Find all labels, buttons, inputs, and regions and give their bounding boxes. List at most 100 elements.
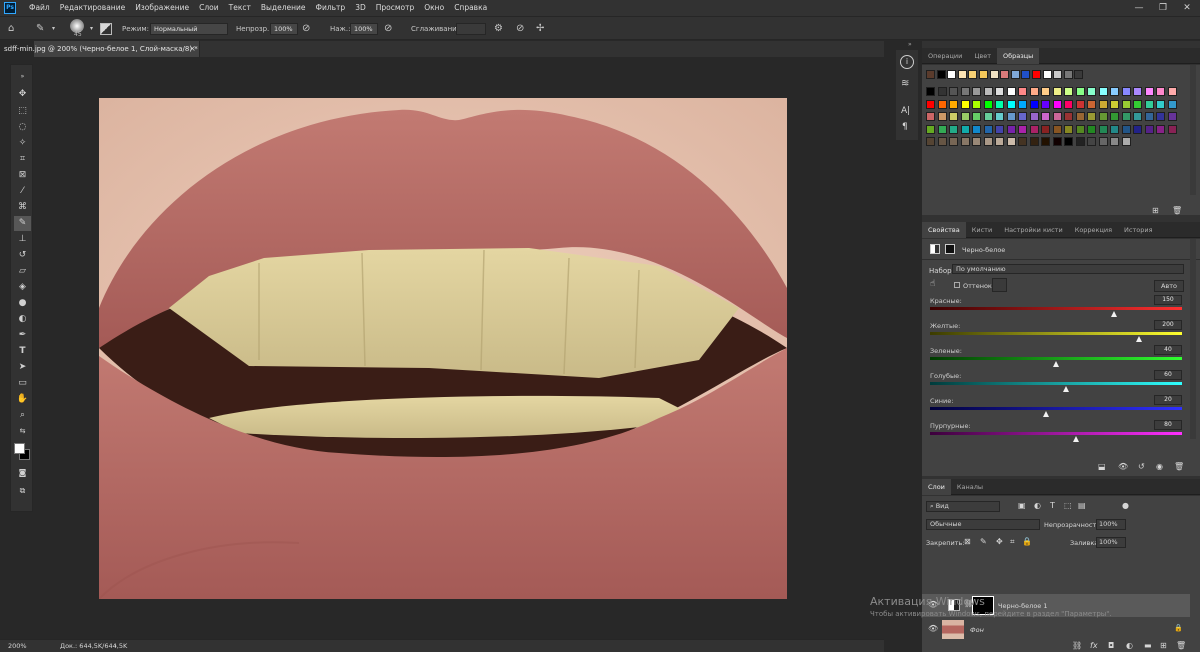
swatch[interactable] (983, 112, 993, 121)
swatch[interactable] (983, 137, 993, 146)
swatch[interactable] (1006, 87, 1016, 96)
swatch[interactable] (1018, 87, 1027, 96)
gear-icon[interactable]: ⚙ (494, 17, 503, 41)
swatch[interactable] (995, 112, 1004, 121)
swatch[interactable] (926, 112, 935, 121)
swatch[interactable] (1156, 112, 1165, 121)
slider-thumb[interactable] (1042, 411, 1049, 417)
swatch[interactable] (1018, 137, 1027, 146)
chevron-down-icon[interactable]: ▾ (52, 17, 55, 41)
swatch[interactable] (1018, 112, 1027, 121)
mode-select[interactable]: Нормальный (150, 23, 228, 35)
blend-mode-select[interactable]: Обычные (926, 519, 1040, 530)
slider-value-input[interactable]: 20 (1154, 395, 1182, 405)
new-swatch-icon[interactable]: ⊞ (1152, 206, 1159, 215)
swatch[interactable] (926, 99, 935, 109)
tab-layers[interactable]: Слои (922, 479, 951, 495)
screen-mode-icon[interactable]: ⧉ (14, 483, 31, 498)
slider-track[interactable] (930, 432, 1182, 435)
symmetry-icon[interactable]: ✢ (536, 17, 544, 41)
close-window-icon[interactable]: ✕ (1176, 0, 1198, 16)
swatch[interactable] (1098, 112, 1108, 121)
swatch[interactable] (972, 87, 981, 96)
rectangle-tool-icon[interactable]: ▭ (14, 376, 31, 391)
menu-help[interactable]: Справка (449, 0, 492, 16)
slider-thumb[interactable] (1053, 361, 1059, 367)
trash-icon[interactable]: 🗑 (1176, 641, 1186, 650)
tab-actions[interactable]: Операции (922, 48, 968, 64)
reset-icon[interactable]: ↺ (1138, 462, 1145, 471)
swatch[interactable] (1121, 124, 1131, 134)
swatch[interactable] (1133, 99, 1142, 109)
filter-pixel-icon[interactable]: ▣ (1018, 501, 1026, 510)
swatch[interactable] (1075, 137, 1085, 146)
pressure-opacity-icon[interactable]: ⊘ (302, 17, 310, 41)
swatch[interactable] (960, 137, 970, 146)
swatch[interactable] (1156, 124, 1165, 134)
swatch[interactable] (995, 124, 1004, 134)
toolbar-collapse-icon[interactable]: » (14, 69, 31, 84)
swatch[interactable] (1064, 137, 1073, 146)
tint-checkbox[interactable] (954, 282, 960, 288)
document-tab[interactable]: sdff-min.jpg @ 200% (Черно-белое 1, Слой… (4, 41, 200, 57)
swatch[interactable] (968, 70, 978, 79)
swatch[interactable] (1121, 112, 1131, 121)
swatch[interactable] (972, 137, 981, 146)
slider-value-input[interactable]: 60 (1154, 370, 1182, 380)
filter-smart-object-icon[interactable]: ▤ (1078, 501, 1086, 510)
swatch[interactable] (1029, 99, 1039, 109)
swatch[interactable] (972, 124, 981, 134)
swatch[interactable] (1041, 87, 1050, 96)
frame-tool-icon[interactable]: ⊠ (14, 168, 31, 183)
swatch[interactable] (1167, 124, 1177, 134)
visibility-icon[interactable]: ◉ (1156, 462, 1163, 471)
opacity-input[interactable]: 100% (270, 23, 298, 35)
path-selection-tool-icon[interactable]: ➤ (14, 360, 31, 375)
layer-opacity-input[interactable]: 100% (1096, 519, 1126, 530)
slider-value-input[interactable]: 150 (1154, 295, 1182, 305)
swatch[interactable] (1052, 124, 1062, 134)
tab-brushes[interactable]: Кисти (966, 222, 998, 238)
swatch[interactable] (1029, 137, 1039, 146)
paint-bucket-tool-icon[interactable]: ◈ (14, 280, 31, 295)
swatch[interactable] (1042, 70, 1052, 79)
default-colors-icon[interactable]: ⇆ (14, 424, 31, 439)
slider-thumb[interactable] (1063, 386, 1070, 392)
foreground-color-swatch[interactable] (14, 443, 25, 454)
tab-properties[interactable]: Свойства (922, 222, 966, 238)
eyedropper-tool-icon[interactable]: ⁄ (14, 184, 31, 199)
swatch[interactable] (1121, 99, 1131, 109)
swatch[interactable] (1110, 99, 1119, 109)
swatch[interactable] (1144, 124, 1154, 134)
lock-transparent-icon[interactable]: ⊠ (964, 537, 971, 546)
document-image[interactable] (99, 98, 787, 599)
swatch[interactable] (1063, 70, 1073, 79)
trash-icon[interactable]: 🗑 (1172, 206, 1182, 215)
healing-brush-tool-icon[interactable]: ⌘ (14, 200, 31, 215)
swatch[interactable] (1087, 112, 1096, 121)
swatches-scrollbar[interactable] (1190, 65, 1196, 195)
swatch[interactable] (1121, 87, 1131, 96)
swatch[interactable] (1052, 137, 1062, 146)
swatch[interactable] (1075, 99, 1085, 109)
swatch[interactable] (1144, 112, 1154, 121)
layer-filter-select[interactable]: ⌕ Вид (926, 501, 1000, 512)
swatch[interactable] (1075, 112, 1085, 121)
swatch[interactable] (960, 99, 970, 109)
airbrush-icon[interactable]: ⊘ (384, 17, 392, 41)
swatch[interactable] (1098, 124, 1108, 134)
mask-icon[interactable] (945, 244, 955, 254)
dodge-tool-icon[interactable]: ◐ (14, 312, 31, 327)
slider-track[interactable] (930, 332, 1182, 335)
lock-position-icon[interactable]: ✥ (996, 537, 1003, 546)
zoom-tool-icon[interactable]: ⌕ (14, 408, 31, 423)
close-tab-icon[interactable]: × (189, 41, 196, 57)
menu-3d[interactable]: 3D (350, 0, 371, 16)
filter-type-icon[interactable]: T (1050, 501, 1055, 510)
swatch[interactable] (1041, 124, 1050, 134)
swatch[interactable] (1087, 137, 1096, 146)
clip-to-layer-icon[interactable]: ⬓ (1098, 462, 1106, 471)
slider-value-input[interactable]: 40 (1154, 345, 1182, 355)
swatch[interactable] (1075, 124, 1085, 134)
swatch[interactable] (1010, 70, 1020, 79)
